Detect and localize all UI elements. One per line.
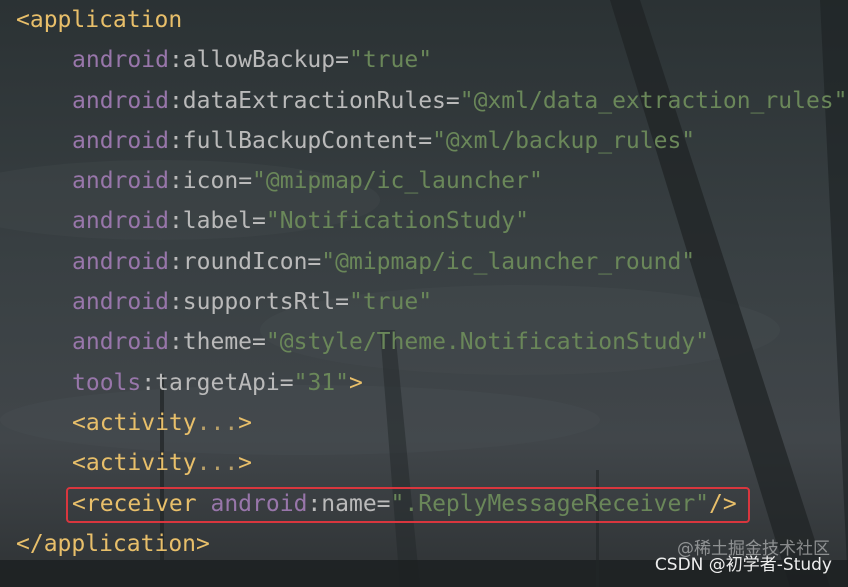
attribute-name: theme [182, 329, 253, 356]
code-line-allow-backup: android:allowBackup="true" [72, 47, 433, 74]
attribute-name: label [182, 208, 253, 235]
code-line-round-icon: android:roundIcon="@mipmap/ic_launcher_r… [72, 248, 696, 275]
code-line-activity-folded-1[interactable]: <activity...> [0, 403, 848, 443]
attribute-value: "@style/Theme.NotificationStudy" [265, 329, 710, 356]
tag-close: > [238, 409, 253, 436]
attribute-name: supportsRtl [182, 289, 336, 316]
namespace-prefix: android [72, 47, 169, 74]
attribute-value: "true" [348, 289, 433, 316]
attribute-value: "NotificationStudy" [265, 208, 530, 235]
code-line-full-backup-content: android:fullBackupContent="@xml/backup_r… [72, 127, 696, 154]
folded-region-icon[interactable]: ... [197, 410, 239, 436]
activity-tag: <activity [72, 450, 197, 477]
receiver-highlight-box [66, 487, 750, 523]
folded-region-icon[interactable]: ... [197, 450, 239, 476]
code-line-label: android:label="NotificationStudy" [72, 208, 530, 235]
attribute-value: "@xml/data_extraction_rules" [459, 87, 848, 114]
code-line-icon: android:icon="@mipmap/ic_launcher" [72, 168, 543, 195]
code-line-target-api: tools:targetApi="31"> [72, 369, 363, 396]
code-line-activity-folded-2[interactable]: <activity...> [0, 443, 848, 483]
tag-close: > [238, 450, 253, 477]
attribute-value: "true" [348, 47, 433, 74]
namespace-prefix: android [72, 289, 169, 316]
namespace-prefix: tools [72, 369, 142, 396]
attribute-name: allowBackup [182, 47, 336, 74]
attribute-value: "@mipmap/ic_launcher" [252, 168, 543, 195]
code-line-theme: android:theme="@style/Theme.Notification… [72, 329, 710, 356]
namespace-prefix: android [72, 87, 169, 114]
attribute-name: fullBackupContent [182, 127, 419, 154]
attribute-value: "31" [293, 369, 349, 396]
attribute-name: icon [182, 168, 239, 195]
activity-tag: <activity [72, 409, 197, 436]
attribute-name: roundIcon [182, 248, 308, 275]
application-open-tag: <application [16, 7, 183, 33]
code-editor: <application android:allowBackup="true" … [0, 0, 848, 564]
code-line-supports-rtl: android:supportsRtl="true" [72, 289, 433, 316]
attribute-value: "@xml/backup_rules" [432, 127, 696, 154]
namespace-prefix: android [72, 208, 169, 235]
namespace-prefix: android [72, 168, 169, 195]
attribute-name: dataExtractionRules [182, 87, 446, 114]
code-line-application-open: <application [0, 0, 848, 40]
namespace-prefix: android [72, 248, 169, 275]
namespace-prefix: android [72, 127, 169, 154]
tag-close: > [348, 369, 363, 396]
csdn-watermark: CSDN @初学者-Study [654, 554, 832, 575]
attribute-value: "@mipmap/ic_launcher_round" [321, 248, 696, 275]
code-line-data-extraction-rules: android:dataExtractionRules="@xml/data_e… [72, 87, 848, 114]
namespace-prefix: android [72, 329, 169, 356]
attribute-name: targetApi [155, 369, 280, 396]
application-close-tag: </application> [16, 530, 210, 557]
